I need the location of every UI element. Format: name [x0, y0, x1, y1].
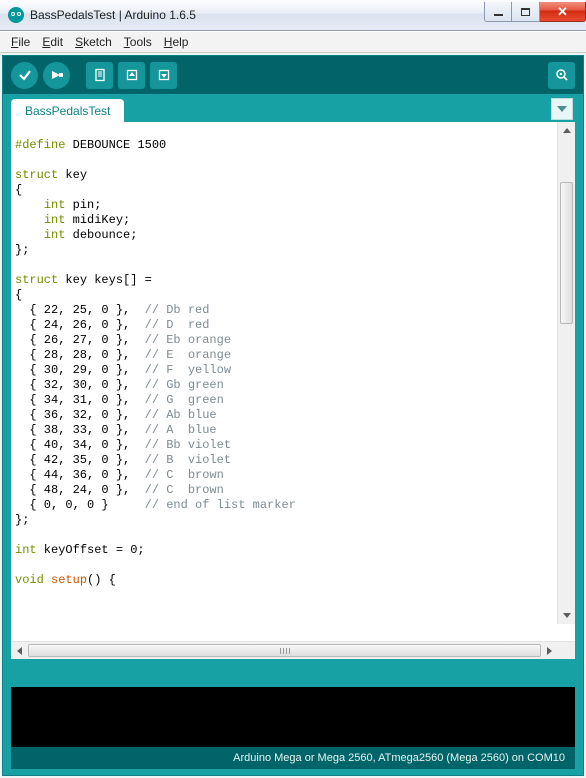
serial-monitor-button[interactable]: [548, 62, 575, 89]
board-info-label: Arduino Mega or Mega 2560, ATmega2560 (M…: [233, 752, 565, 764]
code-content[interactable]: #define DEBOUNCE 1500 struct key { int p…: [11, 134, 575, 588]
window-title: BassPedalsTest | Arduino 1.6.5: [30, 8, 484, 22]
chevron-up-icon: [563, 128, 571, 133]
arduino-logo-icon: [8, 7, 24, 23]
vertical-scrollbar[interactable]: [557, 122, 575, 624]
minimize-icon: [494, 14, 503, 16]
console[interactable]: [11, 687, 575, 747]
titlebar[interactable]: BassPedalsTest | Arduino 1.6.5 ✕: [0, 0, 586, 31]
maximize-icon: [521, 8, 530, 16]
scroll-thumb-horizontal[interactable]: [28, 644, 541, 657]
chevron-left-icon: [17, 647, 22, 655]
editor-panel: #define DEBOUNCE 1500 struct key { int p…: [11, 122, 575, 659]
horizontal-scrollbar[interactable]: [11, 641, 575, 659]
scroll-left-button[interactable]: [11, 642, 28, 659]
chevron-right-icon: [547, 647, 552, 655]
close-button[interactable]: ✕: [540, 2, 586, 22]
tabstrip: BassPedalsTest: [3, 94, 583, 122]
scroll-thumb-vertical[interactable]: [560, 182, 573, 324]
code-editor[interactable]: #define DEBOUNCE 1500 struct key { int p…: [11, 122, 575, 641]
close-icon: ✕: [557, 7, 568, 17]
arrow-up-icon: [125, 68, 139, 82]
scroll-up-button[interactable]: [558, 122, 575, 139]
arrow-down-icon: [157, 68, 171, 82]
tab-menu-button[interactable]: [551, 98, 573, 120]
menu-edit[interactable]: Edit: [37, 34, 68, 50]
window-buttons: ✕: [484, 2, 586, 22]
board-info: Arduino Mega or Mega 2560, ATmega2560 (M…: [11, 747, 575, 769]
serial-monitor-icon: [554, 67, 570, 83]
open-button[interactable]: [118, 62, 145, 89]
menubar: File Edit Sketch Tools Help: [0, 31, 586, 53]
arrow-right-icon: [50, 68, 64, 82]
scrollbar-corner: [558, 642, 575, 659]
maximize-button[interactable]: [512, 2, 540, 22]
upload-button[interactable]: [43, 62, 70, 89]
menu-help[interactable]: Help: [159, 34, 194, 50]
menu-file[interactable]: File: [6, 34, 35, 50]
app-window: BassPedalsTest | Arduino 1.6.5 ✕ File Ed…: [0, 0, 586, 778]
new-button[interactable]: [86, 62, 113, 89]
scroll-right-button[interactable]: [541, 642, 558, 659]
file-icon: [93, 68, 107, 82]
scroll-track-horizontal[interactable]: [28, 642, 541, 659]
scroll-down-button[interactable]: [558, 607, 575, 624]
verify-button[interactable]: [11, 62, 38, 89]
chevron-down-icon: [557, 106, 567, 112]
chevron-down-icon: [563, 613, 571, 618]
menu-sketch[interactable]: Sketch: [70, 34, 117, 50]
sketch-tab[interactable]: BassPedalsTest: [11, 99, 124, 122]
toolbar: [3, 56, 583, 94]
status-bar: [11, 665, 575, 687]
check-icon: [18, 68, 32, 82]
save-button[interactable]: [150, 62, 177, 89]
menu-tools[interactable]: Tools: [119, 34, 157, 50]
main-frame: BassPedalsTest #define DEBOUNCE 1500 str…: [2, 55, 584, 776]
minimize-button[interactable]: [484, 2, 512, 22]
